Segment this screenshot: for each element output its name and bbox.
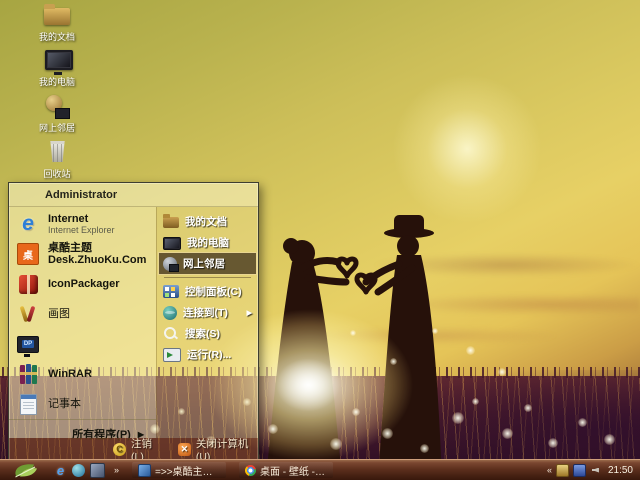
chevron-right-icon: ▶ — [247, 309, 252, 317]
start-item-label: 运行(R)... — [187, 347, 231, 362]
start-menu: Administrator e Internet Internet Explor… — [8, 182, 259, 461]
chrome-icon — [245, 465, 256, 476]
start-item-label: 搜索(S) — [185, 326, 220, 341]
start-item-zhuoku-theme[interactable]: 桌 桌酷主题Desk.ZhuoKu.Com — [9, 239, 156, 269]
start-item-label: 我的电脑 — [187, 235, 229, 250]
user-name: Administrator — [45, 189, 117, 201]
quick-launch-overflow-chevron[interactable]: » — [114, 465, 119, 475]
wallpaper-sun-core — [268, 352, 348, 418]
network-places-icon — [42, 93, 72, 119]
start-item-my-documents[interactable]: 我的文档 — [159, 211, 256, 232]
connect-to-icon — [163, 306, 177, 320]
start-item-network-places[interactable]: 网上邻居 — [159, 253, 256, 274]
start-item-notepad[interactable]: 记事本 — [9, 389, 156, 419]
start-item-control-panel[interactable]: 控制面板(C) — [159, 281, 256, 302]
start-menu-user-banner: Administrator — [9, 183, 258, 207]
browser-globe-icon[interactable] — [72, 464, 85, 477]
task-label: 桌面 - 壁纸 - 桌酷... — [260, 463, 327, 478]
window-icon — [138, 464, 151, 477]
desktop-icon-recycle-bin[interactable]: 回收站 — [18, 139, 96, 180]
log-off-icon — [113, 443, 126, 456]
search-icon — [163, 326, 179, 342]
notepad-icon — [16, 392, 40, 416]
start-item-subtitle: Internet Explorer — [48, 225, 115, 236]
desktop-icon-label: 回收站 — [18, 167, 96, 180]
taskbar: e » =>>桌酷主题 - Mi... 桌面 - 壁纸 - 桌酷... « 21… — [0, 459, 640, 480]
internet-explorer-icon: e — [16, 212, 40, 236]
start-leaf-icon — [9, 462, 43, 479]
my-computer-icon — [163, 237, 181, 250]
start-button[interactable] — [0, 460, 52, 480]
network-places-icon — [163, 257, 177, 271]
start-item-display-tool[interactable]: DP — [9, 329, 156, 359]
task-label: =>>桌酷主题 - Mi... — [155, 463, 220, 478]
start-item-label: 网上邻居 — [183, 256, 225, 271]
desktop: 我的文档 我的电脑 网上邻居 回收站 Administrator e Inter… — [0, 0, 640, 480]
desktop-icon-label: 网上邻居 — [18, 121, 96, 134]
paint-icon — [16, 302, 40, 326]
start-item-label: 我的文档 — [185, 214, 227, 229]
start-item-my-computer[interactable]: 我的电脑 — [159, 232, 256, 253]
start-item-title: Internet — [48, 213, 115, 225]
start-item-title: 画图 — [48, 308, 70, 320]
start-item-label: 连接到(T) — [183, 305, 228, 320]
menu-separator — [164, 277, 251, 278]
desktop-icon-label: 我的文档 — [18, 30, 96, 43]
tray-collapse-chevron[interactable]: « — [547, 465, 552, 475]
system-tray: « 21:50 — [547, 464, 640, 477]
tray-network-icon[interactable] — [573, 464, 586, 477]
display-tool-icon: DP — [16, 332, 40, 356]
taskbar-task-zhuoku-theme[interactable]: =>>桌酷主题 - Mi... — [132, 462, 226, 478]
my-computer-icon — [42, 47, 72, 73]
run-icon — [163, 348, 181, 362]
recycle-bin-icon — [42, 139, 72, 165]
start-menu-places-column: 我的文档 我的电脑 网上邻居 控制面板(C) 连接到(T) — [156, 207, 258, 438]
desktop-icon-network-places[interactable]: 网上邻居 — [18, 93, 96, 134]
desktop-icon-label: 我的电脑 — [18, 75, 96, 88]
desktop-icon-my-documents[interactable]: 我的文档 — [18, 2, 96, 43]
show-desktop-icon[interactable] — [90, 463, 105, 478]
taskbar-clock: 21:50 — [608, 465, 633, 476]
start-item-title: IconPackager — [48, 278, 120, 290]
start-item-paint[interactable]: 画图 — [9, 299, 156, 329]
quick-launch-bar: e » — [54, 463, 119, 478]
desktop-icon-my-computer[interactable]: 我的电脑 — [18, 47, 96, 88]
start-item-winrar[interactable]: WinRAR — [9, 359, 156, 389]
control-panel-icon — [163, 285, 179, 298]
start-item-title: WinRAR — [48, 368, 92, 380]
tray-volume-icon[interactable] — [590, 465, 601, 476]
taskbar-task-desktop-wallpaper[interactable]: 桌面 - 壁纸 - 桌酷... — [239, 462, 333, 478]
start-item-title: 记事本 — [48, 398, 81, 410]
internet-explorer-icon[interactable]: e — [54, 464, 67, 477]
start-menu-footer: 注销(L) 关闭计算机(U) — [9, 438, 258, 460]
my-documents-icon — [163, 217, 179, 228]
start-item-search[interactable]: 搜索(S) — [159, 323, 256, 344]
start-item-label: 控制面板(C) — [185, 284, 242, 299]
tray-input-method-icon[interactable] — [556, 464, 569, 477]
start-item-run[interactable]: 运行(R)... — [159, 344, 256, 365]
start-menu-pinned-column: e Internet Internet Explorer 桌 桌酷主题Desk.… — [9, 207, 156, 438]
winrar-icon — [16, 362, 40, 386]
start-item-title: 桌酷主题Desk.ZhuoKu.Com — [48, 242, 152, 266]
start-item-iconpackager[interactable]: IconPackager — [9, 269, 156, 299]
zhuoku-theme-icon: 桌 — [16, 242, 40, 266]
my-documents-icon — [42, 2, 72, 28]
start-item-connect-to[interactable]: 连接到(T) ▶ — [159, 302, 256, 323]
shutdown-icon — [178, 443, 191, 456]
start-item-internet[interactable]: e Internet Internet Explorer — [9, 209, 156, 239]
iconpackager-icon — [16, 272, 40, 296]
